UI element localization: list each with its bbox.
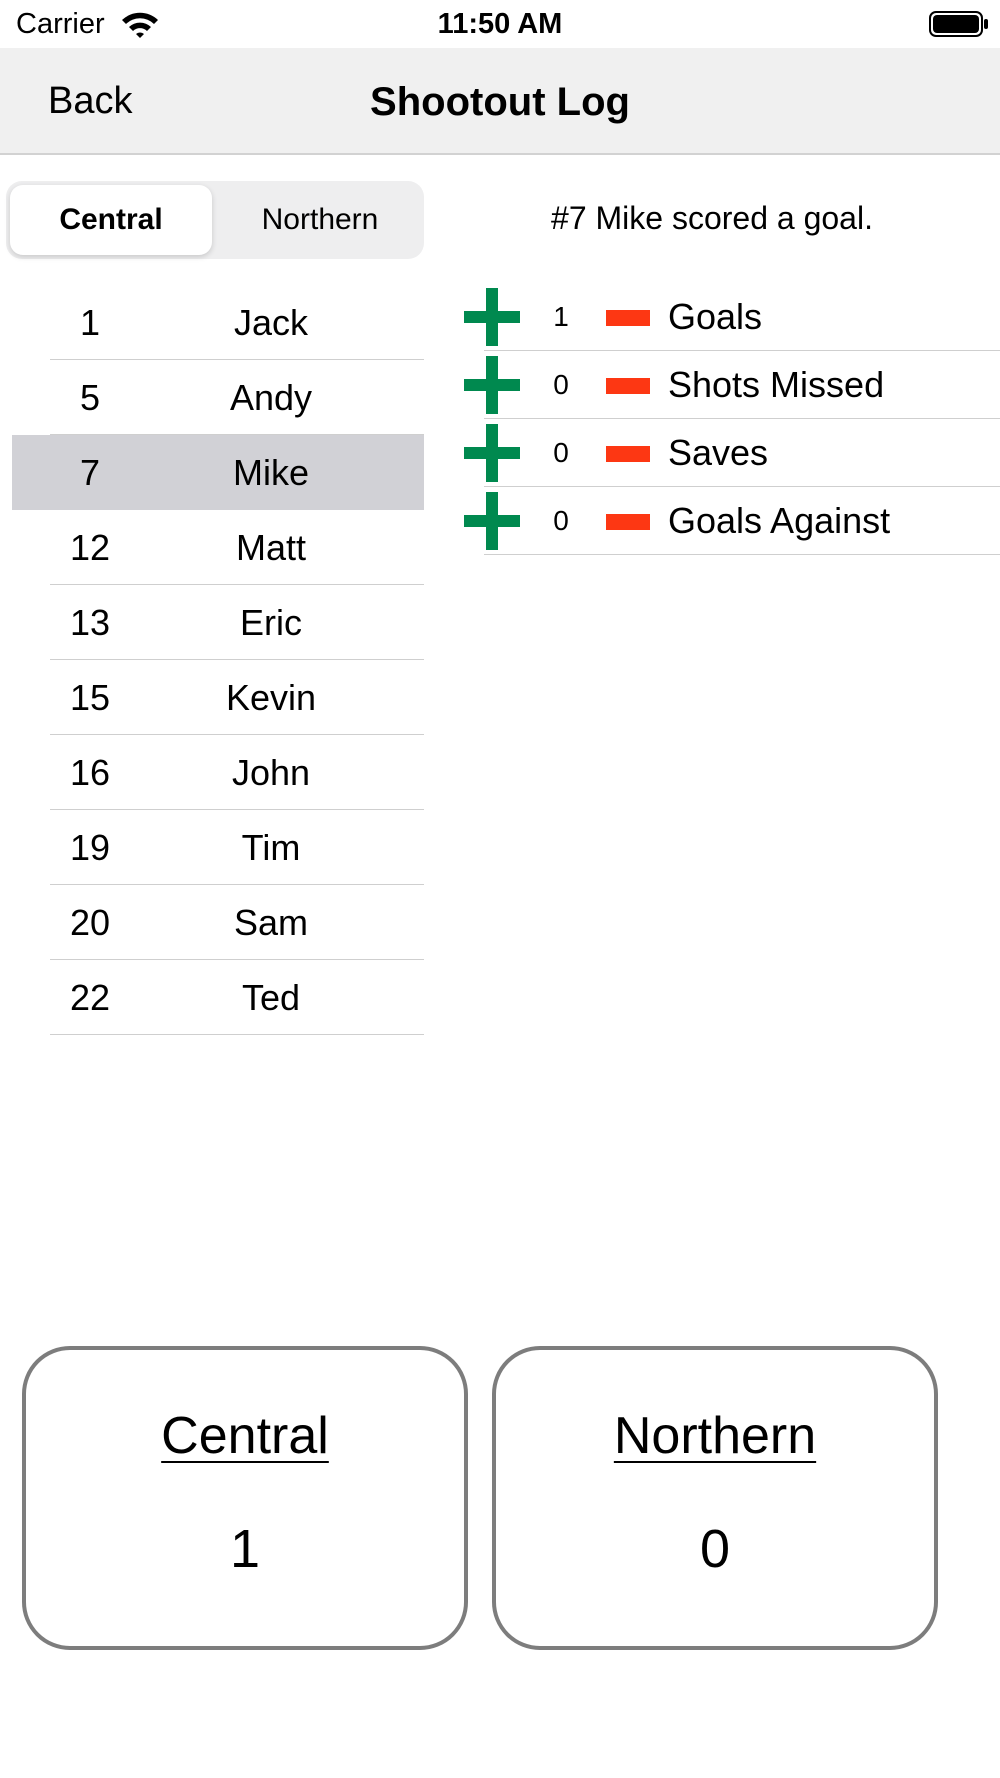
plus-icon[interactable] [464,288,520,346]
score-team-name: Central [161,1407,329,1465]
plus-icon[interactable] [464,492,520,550]
plus-icon[interactable] [464,424,520,482]
player-name: Jack [233,302,309,343]
stats-list: 1 Goals 0 Shots Missed 0 Saves 0 Goals A… [460,283,1000,555]
page-title: Shootout Log [370,80,630,124]
stat-count: 1 [553,301,569,332]
stat-row-shots-missed: 0 Shots Missed [460,351,1000,419]
score-value: 1 [229,1519,261,1579]
minus-icon[interactable] [606,514,650,530]
player-name: Matt [235,527,306,568]
player-number: 16 [69,752,111,793]
player-row-selected[interactable]: 7 Mike [12,435,424,510]
segment-northern[interactable]: Northern [220,185,420,255]
player-name: Tim [241,827,301,868]
stat-label: Shots Missed [668,364,885,405]
stat-label: Goals Against [668,500,891,541]
segment-central[interactable]: Central [10,185,212,255]
player-list: 1 Jack 5 Andy 7 Mike 12 Matt 13 Eric 15 … [12,285,424,1035]
stat-row-goals-against: 0 Goals Against [460,487,1000,555]
player-name: Ted [241,977,301,1018]
minus-icon[interactable] [606,310,650,326]
stat-count: 0 [553,369,569,400]
player-row[interactable]: 19 Tim [12,810,424,885]
score-value: 0 [699,1519,731,1579]
player-name: Eric [240,602,302,643]
player-number: 15 [69,677,111,718]
player-number: 1 [79,302,101,343]
player-name: Sam [233,902,309,943]
player-row[interactable]: 22 Ted [12,960,424,1035]
player-number: 12 [69,527,111,568]
minus-icon[interactable] [606,446,650,462]
status-bar: Carrier 11:50 AM [0,0,1000,48]
stat-count: 0 [553,437,569,468]
player-number: 7 [79,452,101,493]
player-number: 13 [69,602,111,643]
player-number: 5 [79,377,101,418]
stat-label: Goals [668,296,763,337]
minus-icon[interactable] [606,378,650,394]
event-message: #7 Mike scored a goal. [551,200,873,236]
player-row[interactable]: 15 Kevin [12,660,424,735]
player-row[interactable]: 1 Jack [12,285,424,360]
navigation-bar: Back Shootout Log [0,48,1000,155]
score-card-northern: Northern 0 [492,1346,938,1650]
player-number: 22 [69,977,111,1018]
player-number: 19 [69,827,111,868]
player-row[interactable]: 12 Matt [12,510,424,585]
stat-row-goals: 1 Goals [460,283,1000,351]
player-row[interactable]: 13 Eric [12,585,424,660]
status-time: 11:50 AM [437,8,563,40]
player-number: 20 [69,902,111,943]
battery-icon [929,11,988,37]
stat-row-saves: 0 Saves [460,419,1000,487]
player-name: Mike [232,452,309,493]
player-name: John [231,752,311,793]
player-row[interactable]: 5 Andy [12,360,424,435]
plus-icon[interactable] [464,356,520,414]
player-row[interactable]: 16 John [12,735,424,810]
player-name: Andy [229,377,313,418]
player-name: Kevin [225,677,317,718]
player-row[interactable]: 20 Sam [12,885,424,960]
score-team-name: Northern [613,1407,817,1465]
stat-label: Saves [668,432,769,473]
score-card-central: Central 1 [22,1346,468,1650]
team-segmented-control: Central Northern [6,181,424,259]
stat-count: 0 [553,505,569,536]
